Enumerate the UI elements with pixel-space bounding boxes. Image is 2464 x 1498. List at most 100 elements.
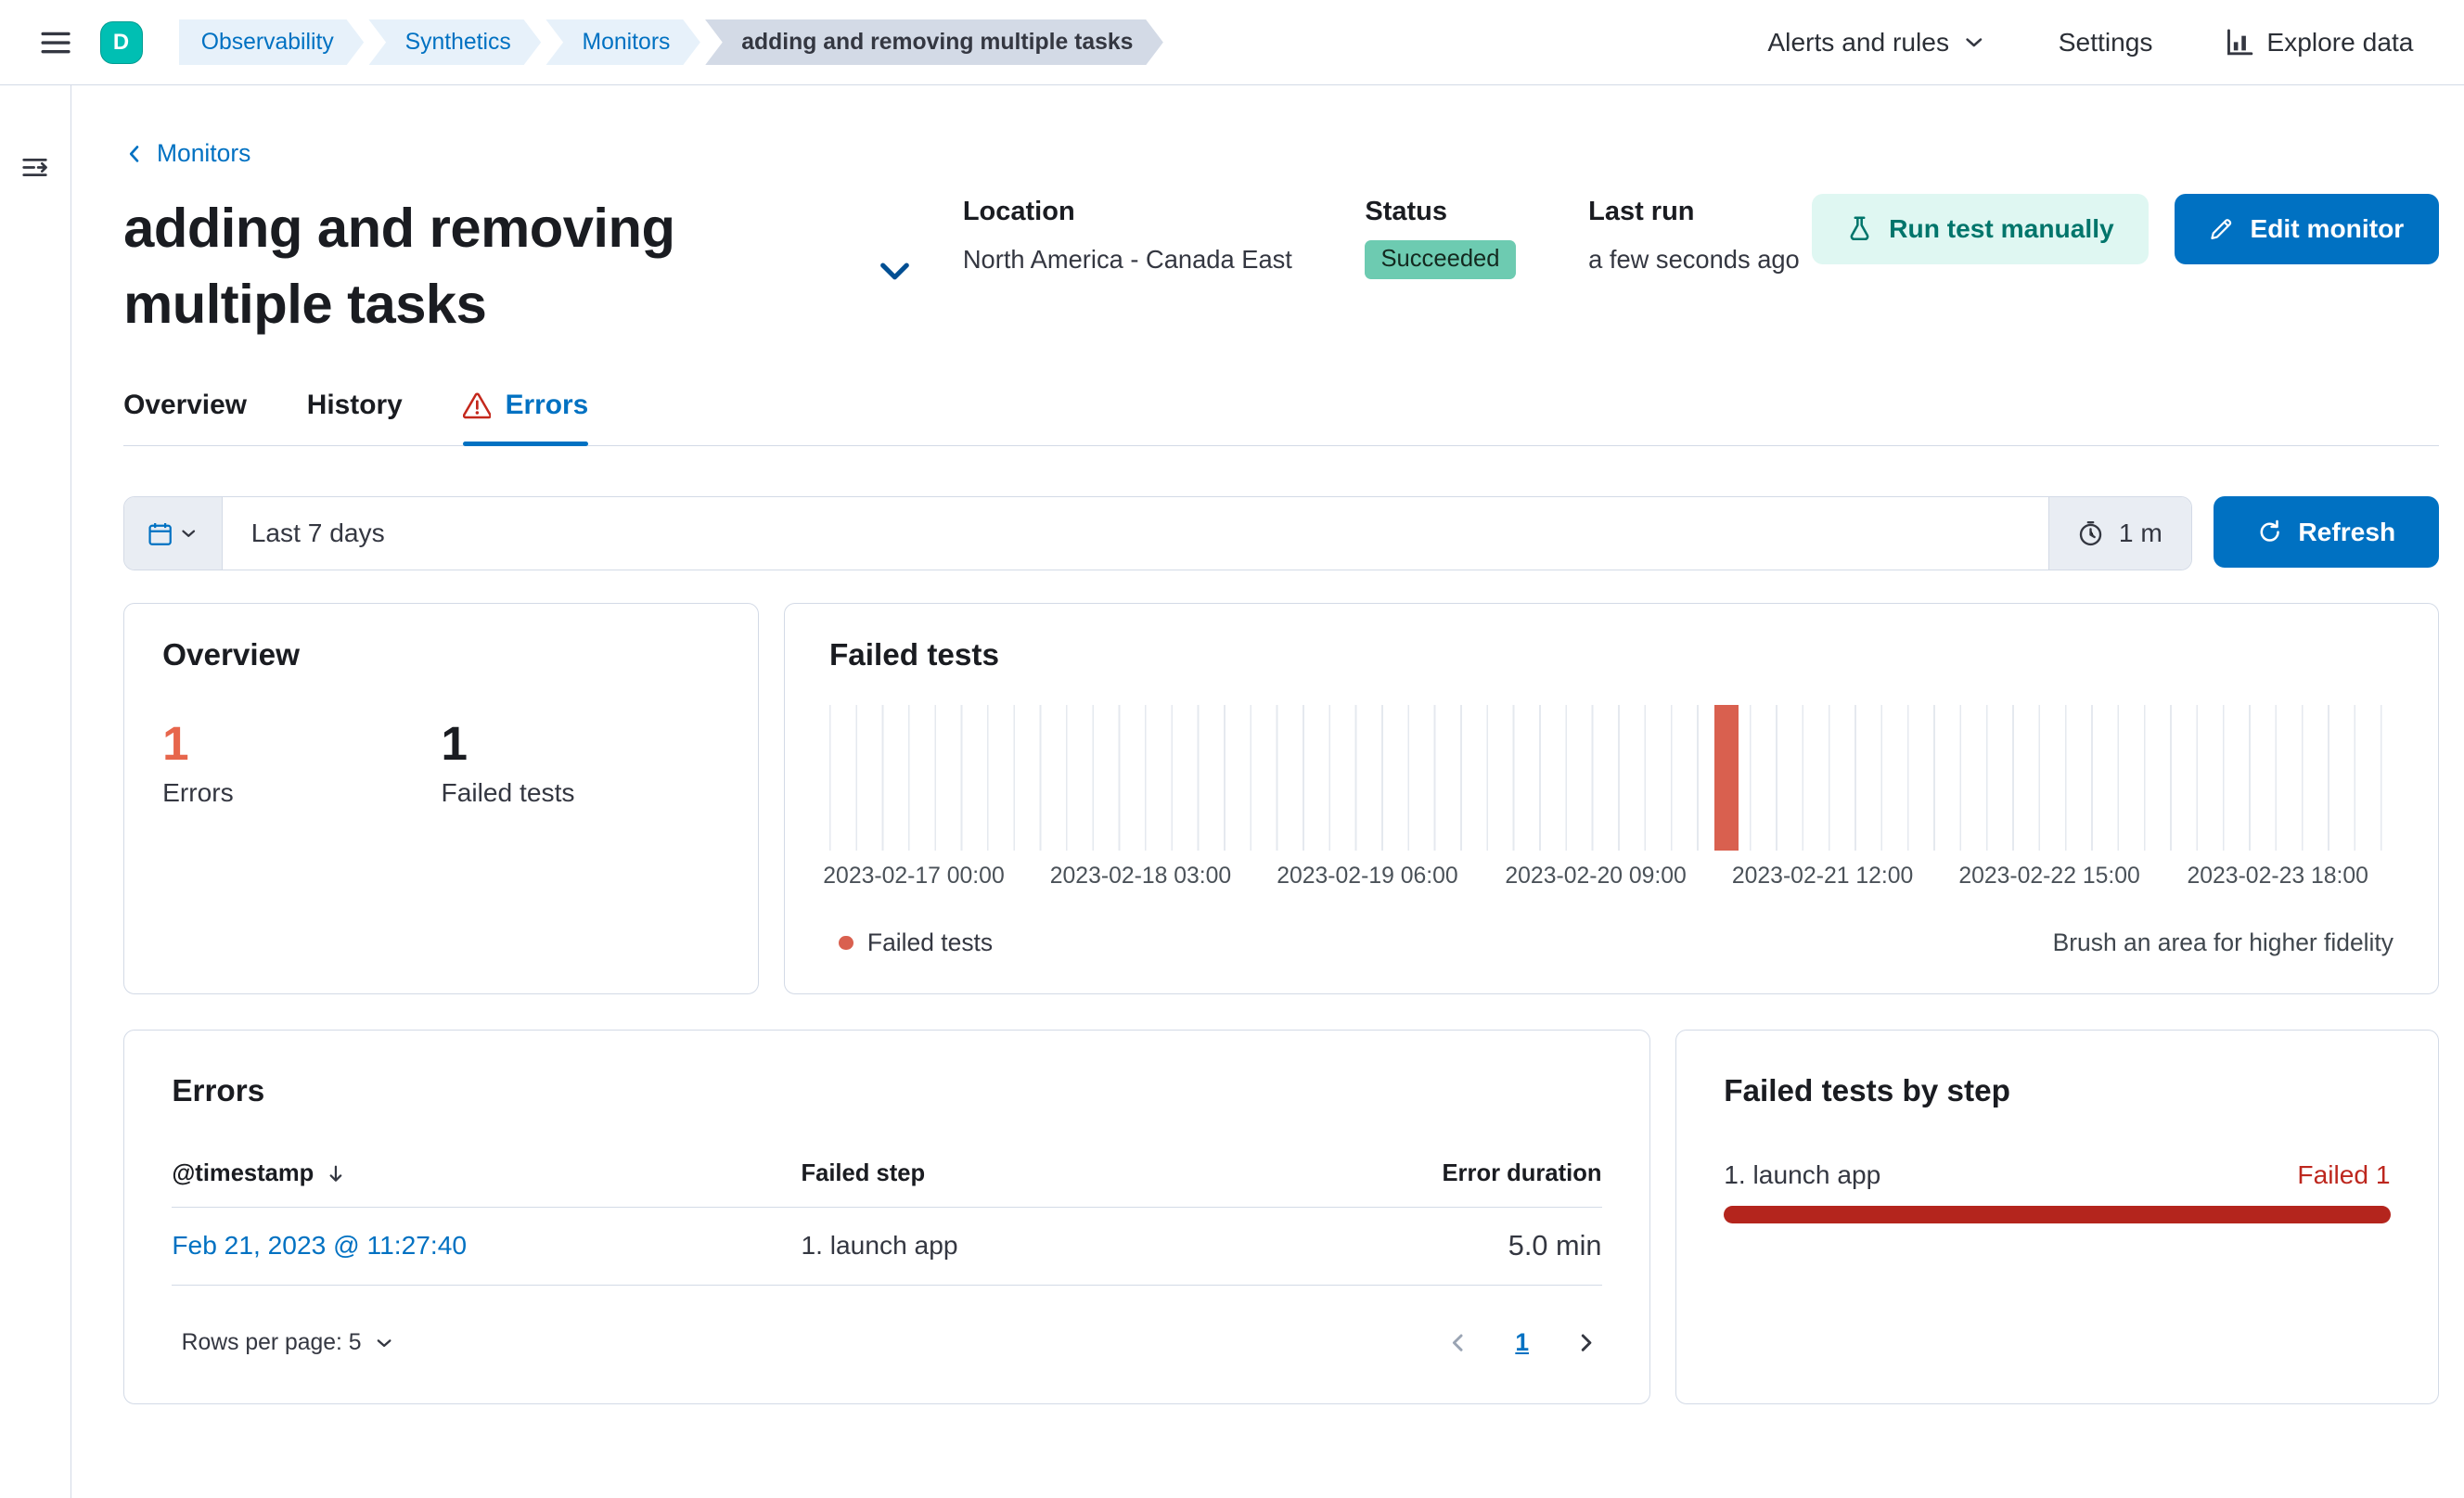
x-axis-tick: 2023-02-23 18:00 (2187, 863, 2368, 889)
page-title: adding and removing multiple tasks (123, 197, 675, 335)
explore-data-label: Explore data (2266, 27, 2414, 57)
failed-tests-by-step-title: Failed tests by step (1724, 1074, 2010, 1109)
monitor-header: adding and removing multiple tasks Locat… (123, 190, 2439, 342)
settings-label: Settings (2058, 27, 2153, 57)
tab-overview[interactable]: Overview (123, 390, 247, 445)
chevron-down-icon (880, 262, 909, 280)
column-header-error-duration: Error duration (1287, 1147, 1602, 1208)
last-run-meta: Last run a few seconds ago (1588, 197, 1800, 342)
x-axis-tick: 2023-02-17 00:00 (823, 863, 1005, 889)
pagination: 1 (1443, 1327, 1602, 1359)
errors-stat: 1 Errors (162, 716, 441, 808)
step-result-badge: Failed 1 (2297, 1160, 2391, 1190)
refresh-icon (2260, 519, 2279, 542)
x-axis-tick: 2023-02-18 03:00 (1049, 863, 1232, 889)
status-label: Status (1365, 196, 1448, 226)
settings-link[interactable]: Settings (2049, 26, 2162, 58)
tab-history[interactable]: History (307, 390, 403, 445)
next-page-button[interactable] (1570, 1327, 1601, 1359)
breadcrumb: Observability Synthetics Monitors adding… (179, 19, 1168, 66)
collapsed-sidebar (0, 85, 71, 1498)
page-number-1[interactable]: 1 (1506, 1327, 1538, 1359)
pencil-icon (2211, 219, 2232, 240)
quick-select-button[interactable] (124, 497, 223, 570)
step-failure-bar (1724, 1206, 2391, 1223)
status-meta: Status Succeeded (1365, 196, 1516, 342)
alerts-and-rules-label: Alerts and rules (1767, 27, 1950, 57)
failed-test-bar (1714, 705, 1739, 851)
overview-panel: Overview 1 Errors 1 Failed tests (123, 602, 759, 995)
errors-stat-label: Errors (162, 777, 234, 807)
back-link-label: Monitors (156, 139, 251, 168)
refresh-button[interactable]: Refresh (2214, 496, 2439, 569)
failed-tests-count: 1 (441, 716, 468, 770)
run-test-label: Run test manually (1889, 213, 2114, 243)
edit-monitor-label: Edit monitor (2250, 213, 2405, 243)
monitor-meta: Location North America - Canada East Sta… (963, 190, 1800, 342)
chevron-down-icon (182, 530, 196, 538)
step-result-item: 1. launch app Failed 1 (1724, 1160, 2391, 1223)
breadcrumb-observability[interactable]: Observability (179, 19, 364, 66)
brush-hint: Brush an area for higher fidelity (2052, 928, 2393, 956)
run-test-manually-button[interactable]: Run test manually (1811, 193, 2150, 265)
errors-panel-title: Errors (172, 1074, 265, 1109)
expand-sidebar-button[interactable] (14, 146, 57, 193)
legend-label: Failed tests (866, 928, 994, 956)
monitor-tabs: Overview History Errors (123, 390, 2439, 447)
date-range-field: Last 7 days 1 m (123, 496, 2192, 571)
x-axis-tick: 2023-02-21 12:00 (1731, 863, 1914, 889)
refresh-interval-value: 1 m (2118, 519, 2162, 548)
hamburger-icon (41, 32, 71, 53)
error-timestamp-link[interactable]: Feb 21, 2023 @ 11:27:40 (172, 1231, 467, 1260)
last-run-value: a few seconds ago (1588, 244, 1800, 274)
column-header-timestamp[interactable]: @timestamp (172, 1147, 802, 1208)
edit-monitor-button[interactable]: Edit monitor (2174, 193, 2439, 265)
failed-tests-stat-label: Failed tests (441, 777, 575, 807)
space-avatar[interactable]: D (99, 20, 143, 64)
breadcrumb-synthetics[interactable]: Synthetics (368, 19, 541, 66)
tab-errors-label: Errors (505, 390, 589, 420)
x-axis-tick: 2023-02-20 09:00 (1505, 863, 1687, 889)
failed-step-cell: 1. launch app (801, 1207, 1288, 1287)
failed-tests-by-step-panel: Failed tests by step 1. launch app Faile… (1675, 1029, 2439, 1404)
timestamp-header-label: @timestamp (172, 1160, 314, 1187)
table-row: Feb 21, 2023 @ 11:27:40 1. launch app 5.… (172, 1207, 1602, 1287)
legend-item-failed-tests[interactable]: Failed tests (829, 927, 1002, 958)
legend-dot (839, 935, 853, 951)
date-range-display[interactable]: Last 7 days (222, 497, 2048, 570)
location-label: Location (962, 196, 1075, 226)
location-meta: Location North America - Canada East (963, 197, 1292, 342)
errors-panel: Errors @timestamp Failed step Error dura… (123, 1029, 1650, 1404)
overview-panel-title: Overview (162, 638, 301, 673)
chevron-left-icon (1453, 1334, 1463, 1351)
alerts-and-rules-menu[interactable]: Alerts and rules (1758, 26, 1995, 58)
refresh-label: Refresh (2298, 517, 2396, 546)
explore-data-link[interactable]: Explore data (2216, 26, 2423, 58)
chevron-left-icon (130, 145, 139, 162)
x-axis-tick: 2023-02-19 06:00 (1277, 863, 1458, 889)
failed-tests-chart[interactable] (828, 705, 2393, 851)
tab-errors[interactable]: Errors (462, 390, 590, 447)
back-to-monitors-link[interactable]: Monitors (123, 139, 250, 168)
tab-history-label: History (306, 390, 403, 420)
failed-tests-panel-title: Failed tests (828, 638, 999, 673)
rows-per-page-label: Rows per page: 5 (181, 1329, 362, 1355)
date-picker-bar: Last 7 days 1 m Refresh (123, 496, 2439, 571)
breadcrumb-current-monitor: adding and removing multiple tasks (705, 19, 1163, 66)
errors-count: 1 (162, 716, 189, 770)
breadcrumb-monitors[interactable]: Monitors (545, 19, 700, 66)
previous-page-button[interactable] (1443, 1327, 1474, 1359)
rows-per-page-selector[interactable]: Rows per page: 5 (172, 1328, 404, 1357)
errors-table: @timestamp Failed step Error duration Fe… (172, 1147, 1602, 1287)
step-name: 1. launch app (1724, 1160, 1881, 1190)
refresh-interval-button[interactable]: 1 m (2047, 497, 2191, 570)
error-duration-cell: 5.0 min (1287, 1207, 1602, 1287)
failed-tests-panel: Failed tests 2023-02-17 00:00 2023-02-18 … (784, 602, 2439, 995)
chevron-down-icon (1965, 38, 1982, 47)
tab-overview-label: Overview (123, 390, 247, 420)
chevron-right-icon (1581, 1334, 1592, 1351)
failed-tests-stat: 1 Failed tests (441, 716, 720, 808)
monitor-select-dropdown[interactable] (873, 249, 918, 293)
menu-button[interactable] (32, 19, 79, 66)
beaker-icon (1850, 216, 1869, 241)
